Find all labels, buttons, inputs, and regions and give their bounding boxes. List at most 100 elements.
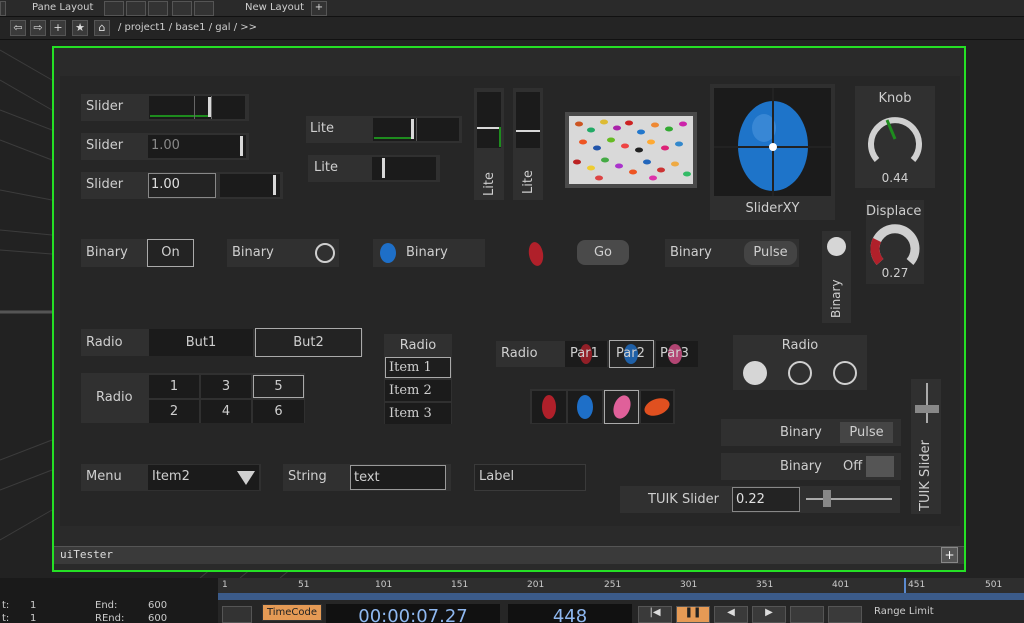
binary-pulse-2-label: Binary [780,425,822,440]
timeline-ruler[interactable]: 1 51 101 151 201 251 301 351 401 451 501 [218,578,1024,593]
frame-display[interactable]: 448 [508,604,632,623]
radio-list-item-2-label: Item 2 [389,383,432,398]
radio-circle-3-icon[interactable] [833,361,857,385]
radio-circle-2-icon[interactable] [788,361,812,385]
timeline-range-bar[interactable] [218,593,1024,600]
binary-off-label: Binary [780,459,822,474]
slider-3-handle[interactable] [273,175,276,195]
tick-label: 201 [527,580,545,590]
radio-but1-label: But1 [185,335,217,350]
layout-three-button[interactable] [194,1,214,16]
binary-pulse-label: Binary [670,245,712,260]
start-value[interactable]: 1 [30,600,36,611]
radio-list-title: Radio [399,338,437,353]
lite-4-track[interactable] [516,92,540,148]
panel-add-button[interactable]: + [941,547,958,563]
binary-off-value: Off [843,459,863,474]
blue-jellybean-option-icon [577,395,593,419]
home-icon[interactable]: ⌂ [94,20,110,36]
lite-1-handle[interactable] [411,119,414,139]
lite-2-handle[interactable] [382,158,385,178]
binary-vertical-toggle-icon[interactable] [827,237,846,256]
jellybean-image [569,116,693,184]
pane-layout-label: Pane Layout [32,2,94,13]
step-forward-icon[interactable] [790,606,824,623]
label-widget-text: Label [479,469,515,484]
radio-grid-6-label: 6 [274,404,283,419]
range-limit-label[interactable]: Range Limit [874,606,934,617]
play-icon[interactable]: ▶ [752,606,786,623]
pulse-2-button-label: Pulse [849,425,884,440]
layout-single-button[interactable] [104,1,124,16]
knob-label: Knob [878,91,912,106]
rend-label: REnd: [95,613,125,623]
menu-label: Menu [86,469,122,484]
tick-label: 1 [222,580,228,590]
pane-edge-button[interactable] [0,1,6,16]
timecode-display[interactable]: 00:00:07.27 [326,604,500,623]
rewind-icon[interactable]: |◀ [638,606,672,623]
lite-3-track[interactable] [477,92,501,148]
tick-label: 401 [832,580,850,590]
menu-value: Item2 [152,469,190,484]
rstart-value[interactable]: 1 [30,613,36,623]
radio-circles-label: Radio [781,338,819,353]
slider-2-value: 1.00 [151,138,180,153]
radio-grid-5-label: 5 [274,379,283,394]
transport-bar: TimeCode 00:00:07.27 448 |◀ ❚❚ ◀ ▶ Range… [218,600,1024,623]
panel-name-bar [54,546,964,564]
binary-off-toggle[interactable] [866,456,894,477]
radio-but2-label: But2 [293,335,324,350]
add-icon[interactable]: + [50,20,66,36]
playhead[interactable] [904,578,906,593]
pause-icon[interactable]: ❚❚ [676,606,710,623]
transport-left-button[interactable] [222,606,252,623]
slider-2-handle[interactable] [240,136,243,156]
star-icon[interactable]: ★ [72,20,88,36]
panel-name: uiTester [60,548,113,561]
lite-3-handle[interactable] [477,127,501,129]
tick-label: 301 [680,580,698,590]
binary-circle-toggle-icon[interactable] [315,243,335,263]
layout-split-v-button[interactable] [126,1,146,16]
tuik-vertical-track[interactable] [926,383,928,423]
tuik-vertical-handle[interactable] [915,405,939,413]
new-layout-add-button[interactable]: + [311,1,327,16]
layout-quad-button[interactable] [172,1,192,16]
slider-1-handle[interactable] [208,97,211,117]
forward-icon[interactable]: ⇨ [30,20,46,36]
back-icon[interactable]: ⇦ [10,20,26,36]
tuik-slider-track[interactable] [806,498,892,500]
slider-3-value: 1.00 [151,177,180,192]
radio-par3-label: Par3 [660,346,689,361]
displace-label: Displace [866,204,922,219]
layout-split-h-button[interactable] [148,1,168,16]
displace-dial-icon [870,224,920,265]
breadcrumb[interactable]: / project1 / base1 / gal / >> [118,22,257,33]
top-bar: Pane Layout New Layout + [0,0,1024,17]
slider-3-track[interactable] [220,174,280,197]
radio-grid-3-label: 3 [221,379,231,394]
chevron-down-icon [237,471,255,485]
rend-value[interactable]: 600 [148,613,167,623]
tick-label: 51 [298,580,310,590]
step-back-icon[interactable]: ◀ [714,606,748,623]
binary-on-value: On [161,245,180,260]
binary-vertical-label: Binary [829,279,843,318]
end-value[interactable]: 600 [148,600,167,611]
rstart-label: t: [2,613,10,623]
end-label: End: [95,600,118,611]
timecode-button[interactable]: TimeCode [262,604,322,621]
tuik-vertical-label: TUIK Slider [918,439,933,511]
radio-list-item-1-label: Item 1 [389,360,432,375]
slider-2-label: Slider [86,138,124,153]
lite-4-handle[interactable] [516,130,540,132]
start-label: t: [2,600,10,611]
forward-end-icon[interactable] [828,606,862,623]
radio-grid-label: Radio [96,390,133,405]
radio-list-item-3-label: Item 3 [389,406,432,421]
lite-2-label: Lite [314,160,338,175]
red-jellybean-icon[interactable] [527,240,545,268]
tuik-slider-handle[interactable] [823,490,831,507]
radio-circle-1-icon[interactable] [743,361,767,385]
